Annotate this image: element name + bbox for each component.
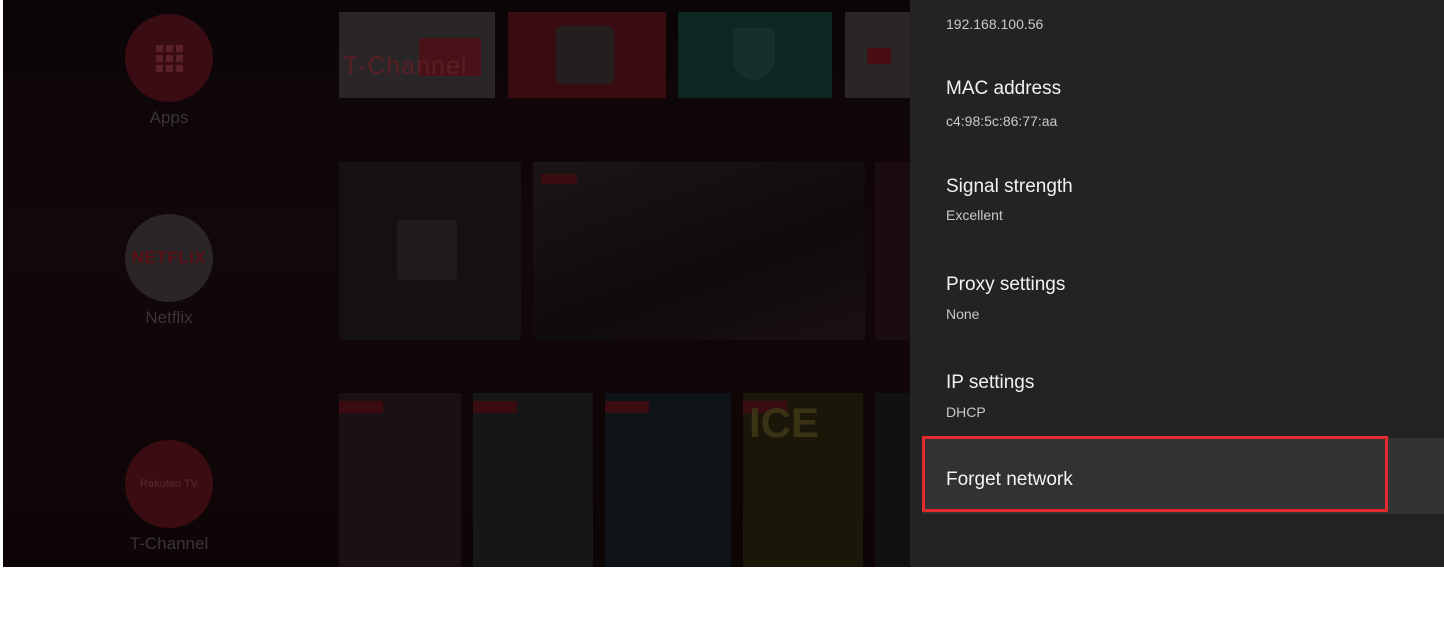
row-mac-address-value: c4:98:5c:86:77:aa <box>946 113 1058 129</box>
tile-featured-movie[interactable] <box>533 162 865 340</box>
rakuten-badge <box>339 401 383 413</box>
tile-security[interactable] <box>678 12 832 98</box>
row-signal-strength-value: Excellent <box>946 207 1003 223</box>
apps-grid-icon <box>125 14 213 102</box>
t-channel-logo: T-Channel <box>343 52 468 80</box>
tv-screen: Apps NETFLIX Netflix Rakuten TV T-Channe… <box>0 0 1444 567</box>
nav-t-channel-label: T-Channel <box>129 534 209 553</box>
netflix-logo-text: NETFLIX <box>131 248 207 267</box>
game-cube-icon <box>556 26 614 84</box>
left-edge-strip <box>0 0 3 567</box>
poster-4[interactable]: ICE <box>743 393 863 567</box>
tile-games[interactable] <box>508 12 666 98</box>
nav-netflix-label: Netflix <box>145 308 193 327</box>
poster-2[interactable] <box>473 393 593 567</box>
row-proxy-settings-value: None <box>946 306 980 322</box>
rakuten-badge <box>605 401 649 413</box>
forget-network-highlight-box <box>922 436 1388 512</box>
nav-apps-label: Apps <box>149 108 189 127</box>
netflix-badge <box>541 174 577 184</box>
ip-address-value: 192.168.100.56 <box>946 16 1044 32</box>
poster-1[interactable] <box>339 393 461 567</box>
rakuten-badge <box>473 401 517 413</box>
rakuten-tv-logo: Rakuten TV <box>125 440 213 528</box>
poster-4-title: ICE <box>749 399 820 446</box>
nav-netflix[interactable]: NETFLIX Netflix <box>123 214 215 328</box>
netflix-logo: NETFLIX <box>125 214 213 302</box>
nav-t-channel[interactable]: Rakuten TV T-Channel <box>123 440 215 554</box>
tile-t-channel[interactable]: T-Channel <box>339 12 495 98</box>
row-mac-address-title: MAC address <box>946 78 1062 99</box>
tile-kids[interactable] <box>339 162 521 340</box>
nav-apps[interactable]: Apps <box>123 14 215 128</box>
tile-book[interactable] <box>875 162 915 340</box>
kids-icon <box>397 220 457 280</box>
poster-3[interactable] <box>605 393 731 567</box>
shield-icon <box>733 28 775 80</box>
home-screen-dimmed: Apps NETFLIX Netflix Rakuten TV T-Channe… <box>3 0 925 567</box>
rakuten-logo-text: Rakuten TV <box>140 478 198 490</box>
row-proxy-settings-title: Proxy settings <box>946 274 1066 295</box>
poster-5[interactable] <box>875 393 913 567</box>
row-signal-strength-title: Signal strength <box>946 176 1073 197</box>
youtube-icon <box>867 48 891 64</box>
row-ip-settings-title: IP settings <box>946 372 1035 393</box>
row-ip-settings-value: DHCP <box>946 404 986 420</box>
